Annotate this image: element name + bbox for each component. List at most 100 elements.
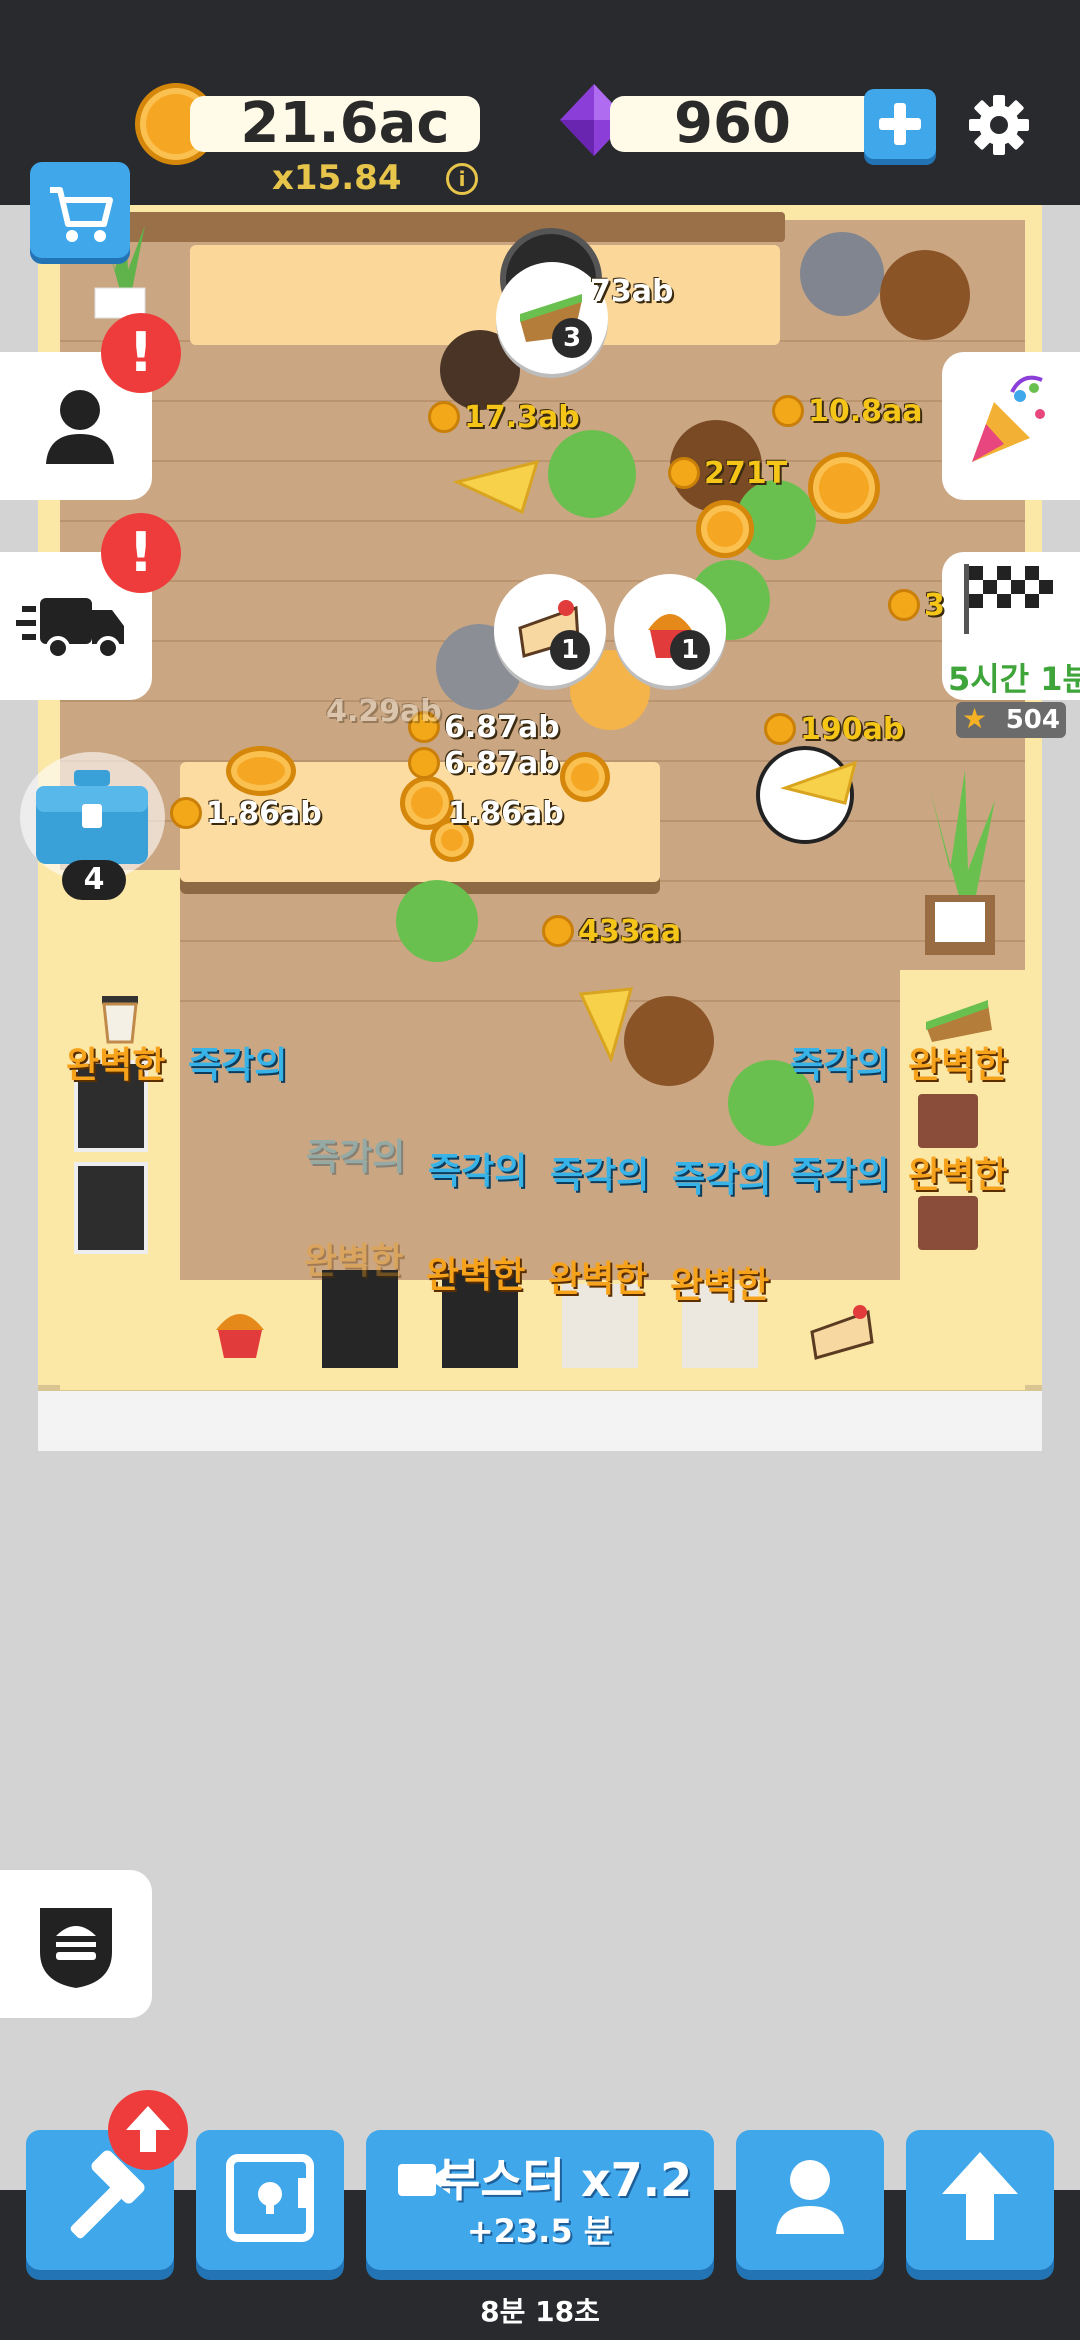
- checkered-flag-icon: [964, 564, 1053, 634]
- gem-amount: 960: [674, 91, 791, 156]
- gold-coin-icon: [560, 752, 610, 802]
- gold-coin-icon: [226, 746, 296, 796]
- money-label: 271T: [668, 456, 787, 491]
- booster-timer: 8분 18초: [480, 2295, 600, 2328]
- order-count-badge: 1: [670, 630, 710, 670]
- upgrade-alert-badge: [108, 2090, 188, 2170]
- plus-icon: [879, 103, 921, 145]
- muffin-order-icon: [648, 614, 692, 658]
- arrow-up-icon: [126, 2106, 170, 2152]
- chest-count-badge: 4: [62, 860, 126, 900]
- money-label: 1.86ab: [170, 796, 322, 831]
- bottom-station-area: [180, 1280, 900, 1390]
- menu-button[interactable]: [0, 1870, 152, 2018]
- perfect-label: 완벽한: [908, 1155, 1008, 1196]
- cutting-board: [918, 1196, 978, 1250]
- coin-icon: [408, 747, 440, 779]
- customer-character: [880, 250, 970, 340]
- cheese-slice-icon: [576, 984, 636, 1064]
- arrow-up-icon: [942, 2152, 1018, 2240]
- event-stars-count: 504: [1005, 705, 1060, 735]
- chef-character: [624, 996, 714, 1086]
- coin-multiplier: x15.84: [272, 158, 402, 198]
- star-icon: ★: [962, 702, 988, 735]
- perfect-label: 완벽한: [66, 1045, 166, 1086]
- person-icon: [776, 2160, 844, 2234]
- order-bubble: [494, 574, 606, 686]
- cheese-slice-icon: [779, 748, 860, 808]
- delivery-alert-badge: !: [101, 513, 181, 593]
- coin-icon: [668, 457, 700, 489]
- settings-button[interactable]: [966, 92, 1032, 158]
- perfect-label: 완벽한: [548, 1259, 648, 1300]
- coin-icon: [428, 401, 460, 433]
- coin-icon: [170, 797, 202, 829]
- order-count-badge: 3: [552, 318, 592, 358]
- booster-time: +23.5 분: [466, 2212, 614, 2250]
- money-label: 1.86ab: [448, 796, 564, 831]
- perfect-label: 완벽한: [670, 1265, 770, 1306]
- safe-icon: [226, 2154, 314, 2242]
- cake-slice-order-icon: [518, 600, 580, 658]
- plant-icon: [910, 770, 1010, 960]
- staff-button[interactable]: [736, 2130, 884, 2270]
- gold-coin-icon: [808, 452, 880, 524]
- muffin-icon: [210, 1302, 270, 1362]
- money-label: 17.3ab: [428, 400, 580, 435]
- order-count-badge: 1: [550, 630, 590, 670]
- instant-label: 즉각의: [188, 1045, 288, 1086]
- coin-counter: 21.6ac: [190, 96, 480, 152]
- coin-icon: [764, 713, 796, 745]
- chef-character: [548, 430, 636, 518]
- money-label: 10.8aa: [772, 394, 923, 429]
- burger-shield-icon: [40, 1908, 112, 1988]
- booster-button[interactable]: 부스터 x7.2 +23.5 분: [366, 2130, 714, 2270]
- top-bar: 21.6ac x15.84 i 960: [0, 0, 1080, 205]
- instant-label: 즉각의: [790, 1155, 890, 1196]
- instant-label: 즉각의: [550, 1155, 650, 1196]
- money-label: 73ab: [590, 274, 674, 309]
- money-label: 6.87ab: [408, 746, 560, 781]
- cutting-board: [918, 1094, 978, 1148]
- instant-label: 즉각의: [428, 1151, 528, 1192]
- cake-slice-icon: [806, 1302, 878, 1364]
- perfect-label: 완벽한: [908, 1045, 1008, 1086]
- perfect-label: 완벽한: [426, 1255, 526, 1296]
- money-label: 433aa: [542, 914, 681, 949]
- event-timer: 5시간 1분: [948, 660, 1080, 698]
- perfect-label: 완벽한: [304, 1241, 404, 1282]
- money-label: 4.29ab: [326, 694, 442, 729]
- oven-station: [322, 1270, 398, 1368]
- booster-label: 부스터 x7.2: [438, 2153, 693, 2207]
- safe-button[interactable]: [196, 2130, 344, 2270]
- info-icon[interactable]: i: [446, 163, 478, 195]
- chef-character: [396, 880, 478, 962]
- money-label: 190ab: [764, 712, 904, 747]
- party-button[interactable]: [942, 352, 1080, 500]
- event-stars: ★ 504: [956, 702, 1066, 738]
- money-label: 3: [888, 588, 945, 623]
- cart-icon: [50, 187, 113, 242]
- gem-counter: 960: [610, 96, 875, 152]
- instant-label: 즉각의: [790, 1045, 890, 1086]
- event-button[interactable]: 5시간 1분: [942, 552, 1080, 700]
- customer-character: [800, 232, 884, 316]
- coin-icon: [542, 915, 574, 947]
- managers-alert-badge: !: [101, 313, 181, 393]
- party-popper-icon: [972, 375, 1045, 462]
- add-gems-button[interactable]: [864, 89, 936, 159]
- instant-label: 즉각의: [306, 1137, 406, 1178]
- coin-amount: 21.6ac: [240, 91, 450, 156]
- gear-icon: [969, 95, 1029, 155]
- floor-edge: [38, 1385, 1042, 1451]
- coin-icon: [888, 589, 920, 621]
- shop-button[interactable]: [30, 162, 130, 258]
- order-bubble: [614, 574, 726, 686]
- upgrade-button[interactable]: [906, 2130, 1054, 2270]
- cheese-slice-icon: [452, 452, 542, 522]
- back-wall: [120, 212, 785, 242]
- coin-icon: [772, 395, 804, 427]
- coffee-machine: [74, 1162, 148, 1254]
- instant-label: 즉각의: [672, 1159, 772, 1200]
- gold-coin-icon: [696, 500, 754, 558]
